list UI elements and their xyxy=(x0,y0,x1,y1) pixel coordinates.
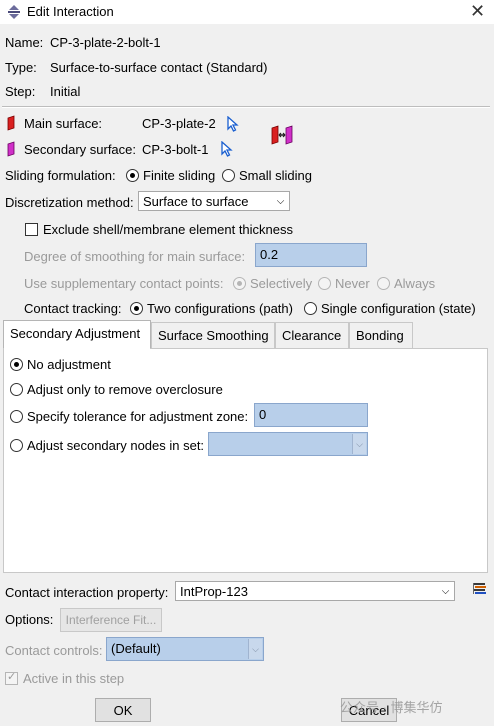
radio-icon[interactable] xyxy=(304,302,317,315)
radio-icon[interactable] xyxy=(10,383,23,396)
never-radio: Never xyxy=(318,276,370,291)
secondary-surface-value: CP-3-bolt-1 xyxy=(142,142,209,157)
type-value: Surface-to-surface contact (Standard) xyxy=(50,60,268,75)
tolerance-input[interactable]: 0 xyxy=(254,403,368,427)
two-configurations-radio[interactable]: Two configurations (path) xyxy=(130,301,293,316)
type-label: Type: xyxy=(5,60,37,75)
radio-selected-icon[interactable] xyxy=(130,302,143,315)
secondary-surface-icon xyxy=(7,141,15,157)
always-radio: Always xyxy=(377,276,435,291)
supplementary-label: Use supplementary contact points: xyxy=(24,276,224,291)
exclude-shell-checkbox[interactable]: Exclude shell/membrane element thickness xyxy=(25,222,293,237)
contact-controls-value: (Default) xyxy=(111,641,161,656)
property-select[interactable]: IntProp-123 ⌵ xyxy=(175,581,455,601)
small-sliding-label: Small sliding xyxy=(239,168,312,183)
sliding-formulation-label: Sliding formulation: xyxy=(5,168,116,183)
active-in-step-checkbox: Active in this step xyxy=(5,670,125,686)
single-configuration-label: Single configuration (state) xyxy=(321,301,476,316)
node-set-radio[interactable]: Adjust secondary nodes in set: xyxy=(10,438,204,453)
tab-secondary-adjustment[interactable]: Secondary Adjustment xyxy=(3,320,151,349)
radio-icon xyxy=(318,277,331,290)
tab-clearance[interactable]: Clearance xyxy=(275,322,349,348)
pointer-icon[interactable] xyxy=(220,141,234,157)
smoothing-input[interactable]: 0.2 xyxy=(255,243,367,267)
radio-icon[interactable] xyxy=(10,410,23,423)
checkbox-checked-icon xyxy=(5,670,18,685)
contact-controls-select[interactable]: (Default) ⌵ xyxy=(106,637,264,661)
tolerance-radio[interactable]: Specify tolerance for adjustment zone: xyxy=(10,409,248,424)
discretization-select[interactable]: Surface to surface ⌵ xyxy=(138,191,290,211)
watermark: 公众号 · 博集华仿 xyxy=(340,700,443,715)
interference-fit-button: Interference Fit... xyxy=(60,608,162,632)
selectively-label: Selectively xyxy=(250,276,313,291)
discretization-label: Discretization method: xyxy=(5,195,134,210)
property-value: IntProp-123 xyxy=(180,584,248,599)
active-in-step-label: Active in this step xyxy=(23,671,125,686)
active-tab-joint xyxy=(4,347,150,349)
radio-icon[interactable] xyxy=(10,439,23,452)
small-sliding-radio[interactable]: Small sliding xyxy=(222,168,312,183)
single-configuration-radio[interactable]: Single configuration (state) xyxy=(304,301,476,316)
name-label: Name: xyxy=(5,35,44,50)
selectively-radio: Selectively xyxy=(233,276,312,291)
radio-selected-icon[interactable] xyxy=(10,358,23,371)
overclosure-radio[interactable]: Adjust only to remove overclosure xyxy=(10,382,223,397)
pointer-icon[interactable] xyxy=(226,116,240,132)
main-surface-icon xyxy=(7,115,15,131)
separator xyxy=(2,106,490,108)
always-label: Always xyxy=(394,276,436,291)
no-adjustment-radio[interactable]: No adjustment xyxy=(10,357,111,372)
chevron-down-icon[interactable]: ⌵ xyxy=(248,639,262,659)
contact-tracking-label: Contact tracking: xyxy=(24,301,122,316)
radio-icon[interactable] xyxy=(222,169,235,182)
tab-bonding[interactable]: Bonding xyxy=(349,322,413,348)
chevron-down-icon[interactable]: ⌵ xyxy=(352,434,366,454)
no-adjustment-label: No adjustment xyxy=(27,357,111,372)
swap-surfaces-icon[interactable] xyxy=(270,124,294,146)
main-surface-label: Main surface: xyxy=(24,116,103,131)
window-title: Edit Interaction xyxy=(27,4,114,19)
radio-selected-icon[interactable] xyxy=(126,169,139,182)
finite-sliding-radio[interactable]: Finite sliding xyxy=(126,168,215,183)
options-label: Options: xyxy=(5,612,54,627)
name-value: CP-3-plate-2-bolt-1 xyxy=(50,35,161,50)
close-icon[interactable]: ✕ xyxy=(470,1,485,22)
smoothing-label: Degree of smoothing for main surface: xyxy=(24,249,246,264)
chevron-down-icon[interactable]: ⌵ xyxy=(272,192,289,210)
overclosure-label: Adjust only to remove overclosure xyxy=(27,382,223,397)
two-configurations-label: Two configurations (path) xyxy=(147,301,293,316)
main-surface-value: CP-3-plate-2 xyxy=(142,116,216,131)
radio-selected-icon xyxy=(233,277,246,290)
node-set-label: Adjust secondary nodes in set: xyxy=(27,438,205,453)
tolerance-label: Specify tolerance for adjustment zone: xyxy=(27,409,249,424)
contact-controls-label: Contact controls: xyxy=(5,643,103,658)
step-label: Step: xyxy=(5,84,36,99)
exclude-shell-label: Exclude shell/membrane element thickness xyxy=(43,222,294,237)
step-value: Initial xyxy=(50,84,81,99)
property-label: Contact interaction property: xyxy=(5,585,169,600)
create-property-icon[interactable] xyxy=(472,581,488,597)
secondary-surface-label: Secondary surface: xyxy=(24,142,137,157)
ok-button[interactable]: OK xyxy=(95,698,151,722)
node-set-select[interactable]: ⌵ xyxy=(208,432,368,456)
finite-sliding-label: Finite sliding xyxy=(143,168,216,183)
abaqus-app-icon xyxy=(8,5,20,19)
discretization-value: Surface to surface xyxy=(143,194,249,209)
chevron-down-icon[interactable]: ⌵ xyxy=(437,582,454,600)
never-label: Never xyxy=(335,276,370,291)
radio-icon xyxy=(377,277,390,290)
checkbox-icon[interactable] xyxy=(25,223,38,236)
tab-surface-smoothing[interactable]: Surface Smoothing xyxy=(151,322,275,348)
